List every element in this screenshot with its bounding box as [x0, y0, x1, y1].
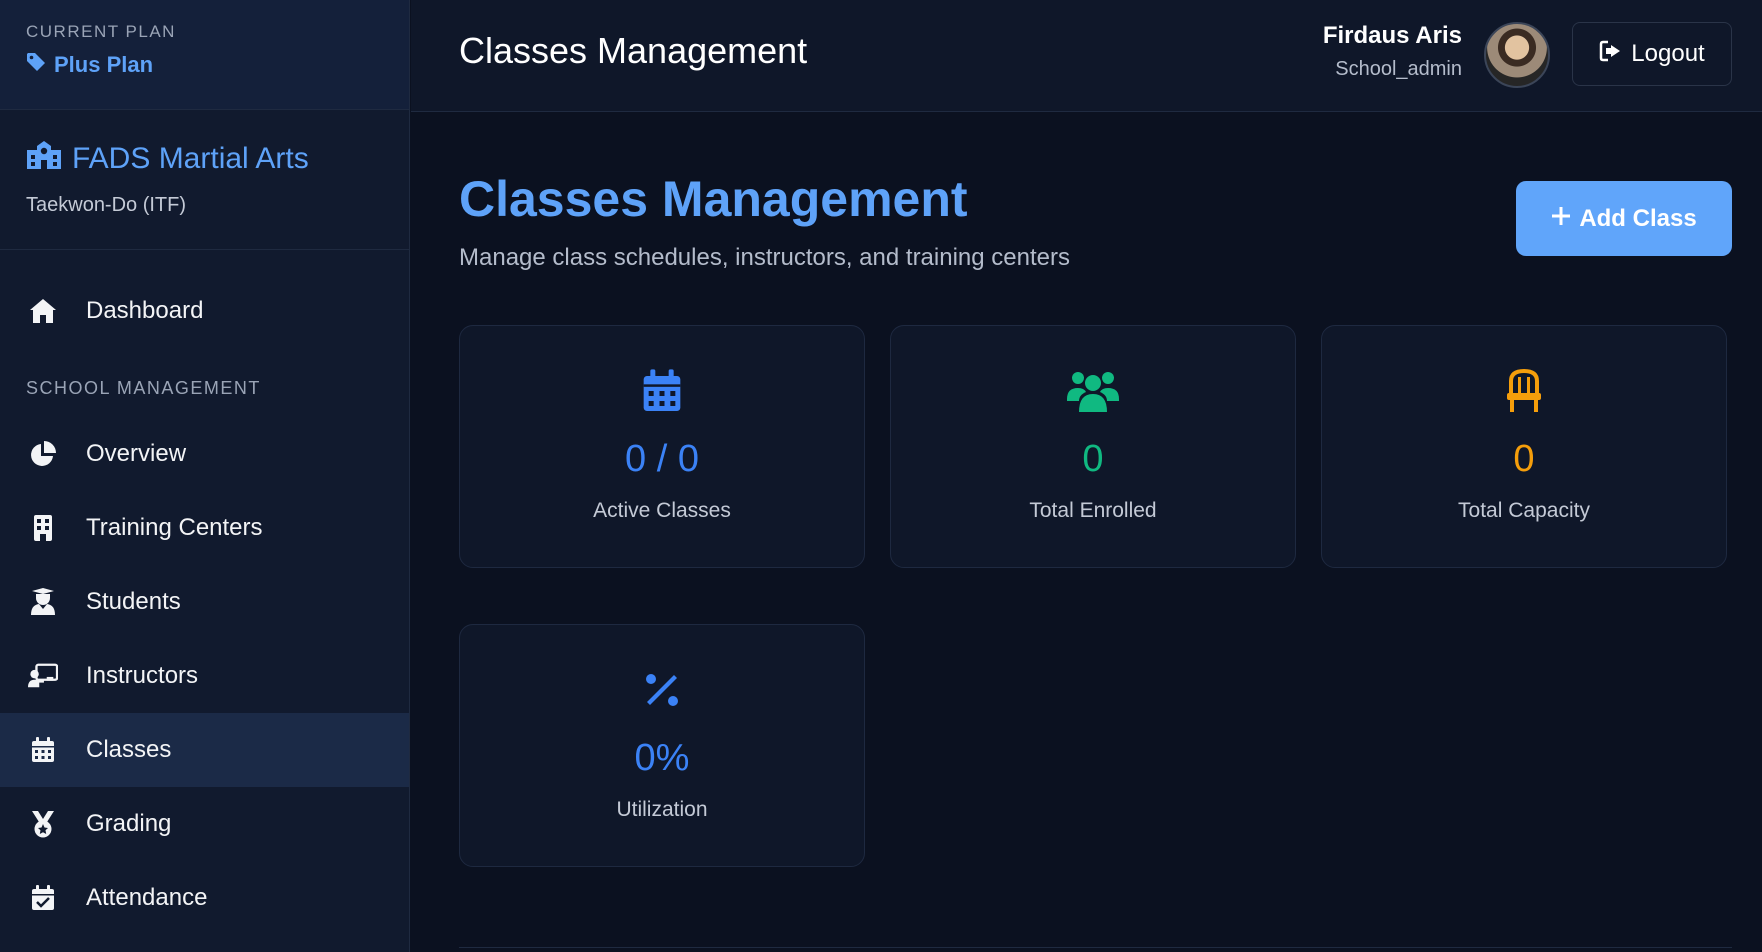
sidebar-nav: Dashboard SCHOOL MANAGEMENT Overview Tra… — [0, 250, 409, 935]
active-classes-label: Active Classes — [593, 499, 731, 522]
sidebar-item-label: Training Centers — [86, 514, 263, 541]
calendar-check-icon — [28, 883, 58, 913]
sidebar-item-attendance[interactable]: Attendance — [0, 861, 409, 935]
stat-card-total-capacity: 0 Total Capacity — [1321, 325, 1727, 568]
chalkboard-teacher-icon — [28, 661, 58, 691]
school-panel: FADS Martial Arts Taekwon-Do (ITF) — [0, 110, 409, 250]
percent-icon — [460, 665, 864, 715]
sidebar-item-training-centers[interactable]: Training Centers — [0, 491, 409, 565]
pie-chart-icon — [28, 439, 58, 469]
user-role: School_admin — [1335, 58, 1462, 80]
page-subtitle: Manage class schedules, instructors, and… — [459, 244, 1070, 271]
school-name: FADS Martial Arts — [26, 140, 383, 178]
add-class-label: Add Class — [1579, 204, 1697, 232]
home-icon — [28, 296, 58, 326]
avatar[interactable] — [1484, 22, 1550, 88]
stat-card-active-classes: 0 / 0 Active Classes — [459, 325, 865, 568]
sidebar-item-label: Grading — [86, 810, 172, 837]
plan-name-label: Plus Plan — [54, 52, 154, 77]
school-icon — [26, 140, 62, 178]
chair-icon — [1322, 366, 1726, 416]
sidebar-item-grading[interactable]: Grading — [0, 787, 409, 861]
graduate-icon — [28, 587, 58, 617]
total-capacity-value: 0 — [1513, 438, 1535, 480]
stat-card-utilization: 0% Utilization — [459, 624, 865, 867]
plan-name: Plus Plan — [26, 52, 383, 78]
add-class-button[interactable]: Add Class — [1516, 181, 1732, 256]
total-enrolled-label: Total Enrolled — [1029, 499, 1157, 522]
sidebar-item-classes[interactable]: Classes — [0, 713, 409, 787]
sidebar: CURRENT PLAN Plus Plan FADS Martial Arts… — [0, 0, 410, 952]
sign-out-icon — [1599, 40, 1623, 69]
sidebar-item-label: Classes — [86, 736, 172, 763]
sidebar-item-students[interactable]: Students — [0, 565, 409, 639]
sidebar-item-label: Instructors — [86, 662, 199, 689]
main-content: Classes Management Manage class schedule… — [411, 112, 1762, 952]
sidebar-item-dashboard[interactable]: Dashboard — [0, 274, 409, 348]
next-section-divider — [459, 947, 1732, 948]
utilization-label: Utilization — [616, 798, 708, 821]
sidebar-item-overview[interactable]: Overview — [0, 417, 409, 491]
total-enrolled-value: 0 — [1082, 438, 1104, 480]
active-classes-value: 0 / 0 — [625, 438, 699, 480]
stat-card-total-enrolled: 0 Total Enrolled — [890, 325, 1296, 568]
building-icon — [28, 513, 58, 543]
user-name: Firdaus Aris — [1322, 22, 1462, 49]
users-icon — [891, 366, 1295, 416]
user-info: Firdaus Aris School_admin — [1323, 22, 1462, 81]
sidebar-item-instructors[interactable]: Instructors — [0, 639, 409, 713]
logout-button[interactable]: Logout — [1572, 22, 1732, 86]
calendar-icon — [28, 735, 58, 765]
plus-icon — [1551, 205, 1571, 233]
calendar-icon — [460, 366, 864, 416]
current-plan-panel: CURRENT PLAN Plus Plan — [0, 0, 409, 110]
sidebar-item-label: Dashboard — [86, 297, 204, 324]
tag-icon — [26, 52, 46, 78]
school-name-label: FADS Martial Arts — [72, 142, 309, 175]
header-title: Classes Management — [459, 30, 808, 71]
logout-label: Logout — [1631, 40, 1705, 67]
top-header: Classes Management Firdaus Aris School_a… — [411, 0, 1762, 112]
sidebar-item-label: Students — [86, 588, 181, 615]
nav-section-heading: SCHOOL MANAGEMENT — [26, 378, 261, 398]
medal-icon — [28, 809, 58, 839]
sidebar-item-label: Attendance — [86, 884, 208, 911]
sidebar-item-label: Overview — [86, 440, 187, 467]
utilization-value: 0% — [634, 737, 690, 779]
school-martial-art-style: Taekwon-Do (ITF) — [26, 194, 187, 216]
page-title: Classes Management — [459, 171, 968, 227]
current-plan-caption: CURRENT PLAN — [26, 22, 176, 41]
total-capacity-label: Total Capacity — [1458, 499, 1590, 522]
